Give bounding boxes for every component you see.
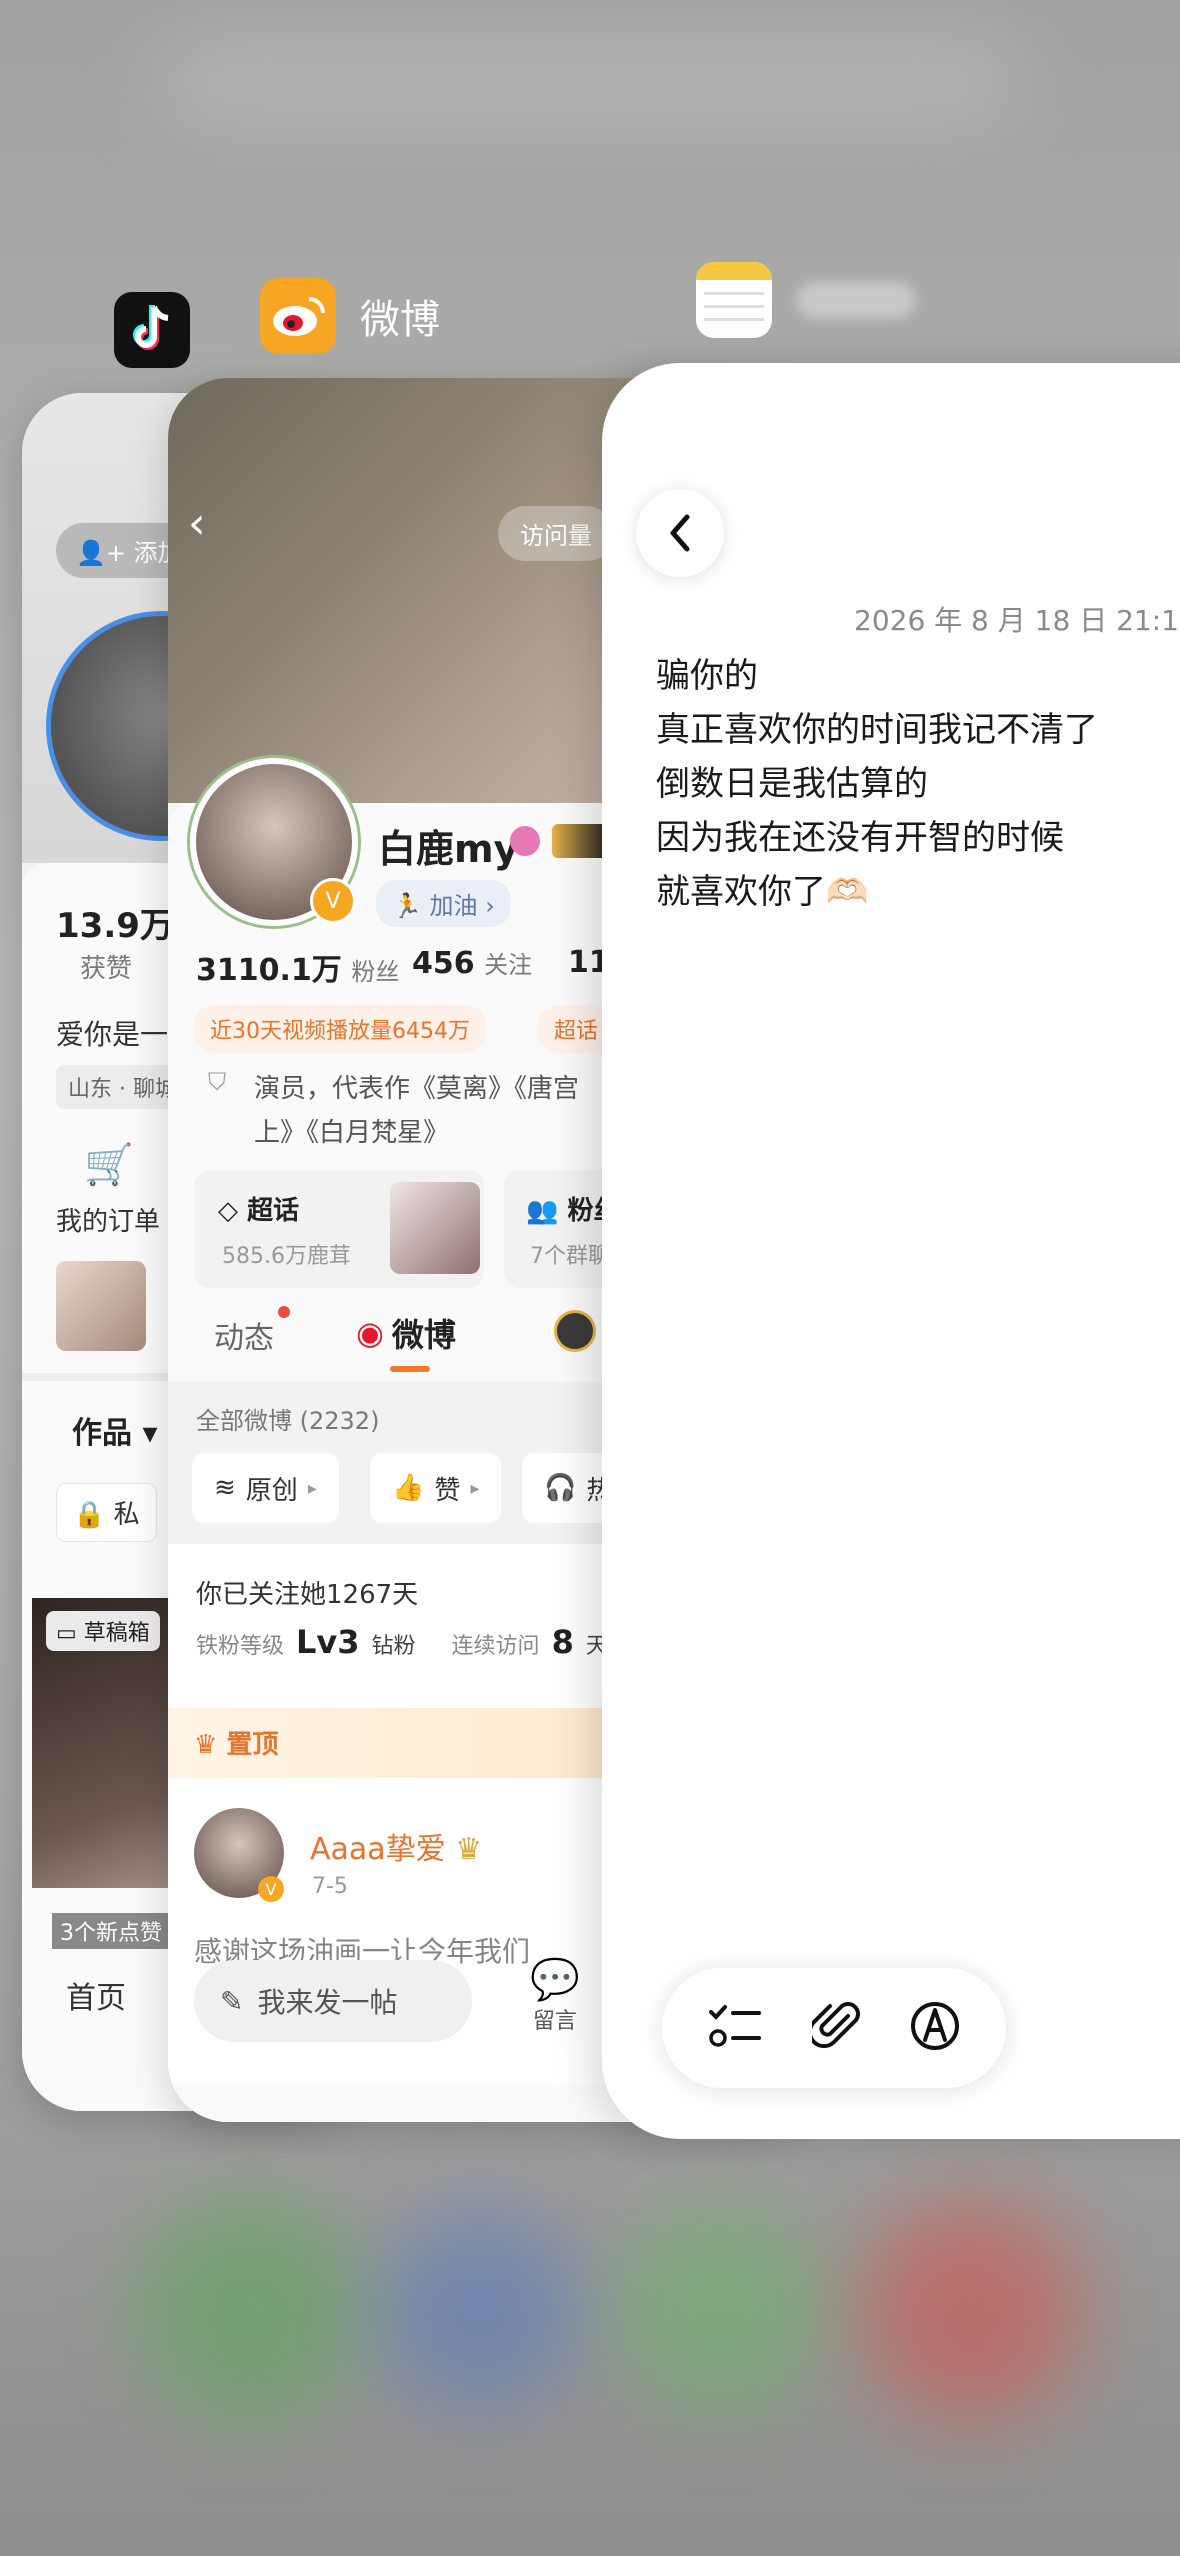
post-date: 7-5 [312, 1874, 348, 1899]
tab-weibo[interactable]: ◉ 微博 [356, 1310, 456, 1356]
fans-group-count: 7个群聊 [530, 1244, 610, 1269]
comment-button[interactable]: 💬 留言 [530, 1956, 580, 2035]
post-author-name[interactable]: Aaaa挚爱 ♛ [310, 1824, 482, 1868]
weibo-icon [260, 278, 336, 354]
back-icon[interactable]: ‹ [188, 498, 206, 549]
all-weibo-count: 全部微博 (2232) [196, 1407, 380, 1435]
note-line: 骗你的 [656, 656, 758, 696]
draft-box-label: ▭ 草稿箱 [46, 1611, 160, 1651]
search-badge-icon [510, 826, 540, 856]
fan-level-row: 铁粉等级 Lv3 钻粉 连续访问 8天 [196, 1623, 608, 1661]
likes-count: 13.9万 [56, 906, 174, 946]
weibo-bio-line1: 演员，代表作《莫离》《唐宫 [254, 1074, 580, 1104]
note-timestamp: 2026 年 8 月 18 日 21:12 [854, 604, 1180, 637]
tab-badge-icon[interactable] [554, 1310, 596, 1352]
thumbs-up-icon: 👍 [392, 1473, 425, 1503]
layers-icon: ≋ [214, 1473, 236, 1503]
note-line: 因为我在还没有开智的时候 [656, 818, 1064, 858]
new-likes-badge: 3个新点赞 [52, 1913, 170, 1949]
weibo-app-label[interactable]: 微博 [260, 278, 440, 354]
tiktok-home-tab[interactable]: 首页 [66, 1973, 126, 2017]
pinned-label: ♛ 置顶 [194, 1730, 279, 1760]
notification-dot [278, 1306, 290, 1318]
markup-pen-icon[interactable] [909, 2000, 961, 2056]
cart-icon: 🛒 [84, 1142, 134, 1188]
private-filter[interactable]: 🔒 私 [56, 1483, 157, 1542]
tiktok-bio: 爱你是一 [56, 1018, 169, 1051]
note-line: 就喜欢你了🫶🏻 [656, 872, 869, 912]
tiktok-app-label[interactable] [114, 292, 190, 368]
compose-button[interactable]: ✎ 我来发一帖 [194, 1960, 472, 2042]
crown-small-icon: ♛ [194, 1730, 218, 1760]
crown-badge-icon: ♛ [455, 1832, 483, 1867]
supertopic-card[interactable]: ◇ 超话 585.6万鹿茸 [194, 1170, 484, 1288]
notes-toolbar [662, 1968, 1006, 2088]
video-plays-tag: 近30天视频播放量6454万 [194, 1005, 486, 1053]
verified-badge-icon: V [310, 878, 356, 924]
tab-dynamic[interactable]: 动态 [214, 1313, 274, 1357]
pencil-icon: ✎ [220, 1984, 244, 2018]
note-body[interactable]: 骗你的 真正喜欢你的时间我记不清了 倒数日是我估算的 因为我在还没有开智的时候 … [656, 649, 1098, 919]
notes-card[interactable]: 2026 年 8 月 18 日 21:12 骗你的 真正喜欢你的时间我记不清了 … [602, 363, 1180, 2139]
my-orders[interactable]: 我的订单 [56, 1201, 160, 1238]
notes-icon [696, 262, 772, 338]
weibo-bio-line2: 上》《白月梵星》 [254, 1118, 450, 1148]
notes-app-name-blurred [796, 282, 916, 318]
note-line: 倒数日是我估算的 [656, 764, 928, 804]
visits-pill[interactable]: 访问量 [498, 506, 614, 561]
folder-icon: ▭ [56, 1621, 77, 1646]
followers-stat[interactable]: 3110.1万 粉丝 [196, 945, 399, 989]
weibo-logo-icon: ◉ [356, 1314, 384, 1352]
following-stat[interactable]: 456 关注 [412, 945, 532, 981]
notes-back-button[interactable] [636, 489, 724, 577]
run-icon: 🏃 [392, 892, 422, 920]
checklist-icon[interactable] [707, 2002, 763, 2054]
tiktok-icon [114, 292, 190, 368]
works-tab[interactable]: 作品 ▾ [72, 1408, 158, 1452]
likes-label: 获赞 [80, 954, 133, 984]
filter-original-button[interactable]: ≋ 原创 ▸ [192, 1453, 339, 1523]
filter-liked-button[interactable]: 👍 赞 ▸ [370, 1453, 502, 1523]
add-user-icon: 👤+ [76, 539, 126, 567]
boost-button[interactable]: 🏃 加油 › [376, 880, 511, 927]
chat-bubble-icon: 💬 [530, 1957, 580, 2003]
chevron-down-icon: ▾ [142, 1416, 158, 1451]
note-line: 真正喜欢你的时间我记不清了 [656, 710, 1098, 750]
supertopic-thumb [390, 1182, 480, 1274]
diamond-icon: ◇ [218, 1196, 238, 1226]
shield-icon: ⛉ [208, 1068, 226, 1096]
paperclip-icon[interactable] [807, 2000, 860, 2056]
chevron-left-icon [670, 514, 690, 552]
tab-underline [390, 1366, 430, 1372]
crown-icon [552, 824, 608, 858]
weibo-username: 白鹿my [378, 827, 519, 871]
lock-icon: 🔒 [73, 1500, 106, 1530]
headphones-icon: 🎧 [544, 1473, 577, 1503]
supertopic-count: 585.6万鹿茸 [222, 1244, 351, 1269]
status-bar-blur [160, 40, 1020, 120]
post-verified-icon: V [258, 1876, 284, 1902]
group-icon: 👥 [526, 1196, 559, 1226]
tiktok-product-thumb[interactable] [56, 1261, 146, 1351]
home-dock-blurred [0, 2150, 1180, 2556]
followed-days: 你已关注她1267天 [196, 1580, 419, 1610]
weibo-app-name: 微博 [360, 297, 440, 343]
notes-app-label[interactable] [696, 262, 916, 338]
